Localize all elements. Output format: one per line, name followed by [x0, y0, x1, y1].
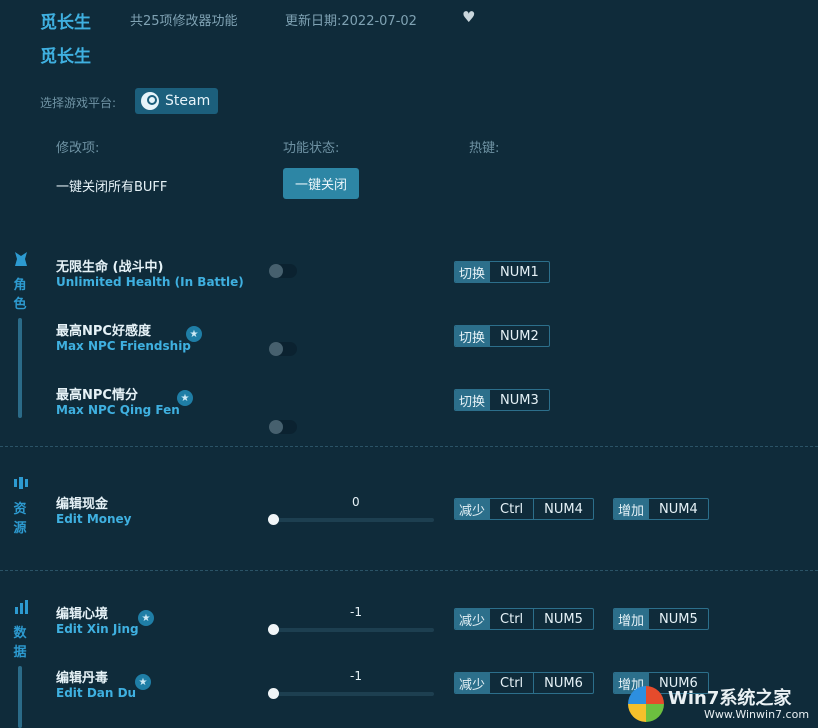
hotkey-xin-jing-decrease[interactable]: 减少 Ctrl NUM5: [454, 608, 594, 630]
dan-du-slider-track[interactable]: [274, 692, 434, 696]
game-title: 觅长生: [40, 47, 91, 67]
money-slider-handle[interactable]: [268, 514, 279, 525]
character-icon: [12, 250, 30, 268]
xin-jing-slider-handle[interactable]: [268, 624, 279, 635]
max-npc-friendship-toggle[interactable]: [269, 342, 297, 356]
steam-platform-button[interactable]: Steam: [135, 88, 219, 114]
hotkey-key[interactable]: NUM4: [533, 499, 593, 519]
section-data-label: 数据: [13, 626, 27, 660]
hotkey-money-decrease[interactable]: 减少 Ctrl NUM4: [454, 498, 594, 520]
money-slider-track[interactable]: [274, 518, 434, 522]
column-status: 功能状态:: [283, 141, 340, 156]
watermark-text: Win7系统之家: [668, 688, 792, 709]
feature-zh: 最高NPC好感度: [56, 324, 151, 339]
hotkey-tag: 减少: [455, 609, 490, 629]
hotkey-tag: 切换: [455, 390, 490, 410]
hotkey-tag: 切换: [455, 262, 490, 282]
hotkey-dan-du-decrease[interactable]: 减少 Ctrl NUM6: [454, 672, 594, 694]
hotkey-modifier[interactable]: Ctrl: [489, 499, 533, 519]
section-character-bar: [18, 318, 22, 418]
feature-row-max-npc-friendship: 最高NPC好感度 Max NPC Friendship: [56, 320, 191, 353]
feature-en: Edit Dan Du: [56, 686, 137, 700]
close-buff-label: 一键关闭所有BUFF: [56, 180, 168, 195]
feature-row-max-npc-qing-fen: 最高NPC情分 Max NPC Qing Fen: [56, 384, 180, 417]
xin-jing-value: -1: [350, 605, 362, 619]
feature-zh: 编辑心境: [56, 607, 109, 622]
platform-label: 选择游戏平台:: [40, 96, 117, 110]
feature-en: Edit Money: [56, 512, 132, 526]
feature-zh: 编辑丹毒: [56, 671, 109, 686]
hotkey-tag: 减少: [455, 673, 490, 693]
update-date: 更新日期:2022-07-02: [285, 14, 417, 29]
hotkey-key[interactable]: NUM1: [489, 262, 549, 282]
hotkey-tag: 增加: [614, 609, 649, 629]
section-resources-label: 资源: [13, 502, 27, 536]
feature-row-edit-xin-jing: 编辑心境 Edit Xin Jing: [56, 603, 139, 636]
feature-count: 共25项修改器功能: [130, 14, 238, 29]
steam-icon: [141, 92, 159, 110]
resources-icon: [12, 474, 30, 492]
unlimited-health-toggle[interactable]: [269, 264, 297, 278]
hotkey-max-npc-friendship[interactable]: 切换 NUM2: [454, 325, 550, 347]
hotkey-key[interactable]: NUM6: [533, 673, 593, 693]
hotkey-xin-jing-increase[interactable]: 增加 NUM5: [613, 608, 709, 630]
dan-du-slider-handle[interactable]: [268, 688, 279, 699]
watermark-logo: [628, 686, 664, 722]
hotkey-tag: 切换: [455, 326, 490, 346]
feature-en: Max NPC Qing Fen: [56, 403, 180, 417]
xin-jing-slider-track[interactable]: [274, 628, 434, 632]
star-icon: ★: [138, 610, 154, 626]
hotkey-key[interactable]: NUM4: [648, 499, 708, 519]
hotkey-key[interactable]: NUM2: [489, 326, 549, 346]
section-character-label: 角色: [13, 278, 27, 312]
column-hotkey: 热键:: [469, 141, 500, 156]
star-icon: ★: [186, 326, 202, 342]
hotkey-tag: 增加: [614, 499, 649, 519]
app-title: 觅长生: [40, 13, 91, 33]
data-icon: [12, 598, 30, 616]
feature-en: Unlimited Health (In Battle): [56, 275, 244, 289]
hotkey-money-increase[interactable]: 增加 NUM4: [613, 498, 709, 520]
dan-du-value: -1: [350, 669, 362, 683]
hotkey-key[interactable]: NUM5: [648, 609, 708, 629]
feature-zh: 编辑现金: [56, 497, 109, 512]
feature-row-edit-dan-du: 编辑丹毒 Edit Dan Du: [56, 667, 136, 700]
column-feature: 修改项:: [56, 141, 100, 156]
star-icon: ★: [177, 390, 193, 406]
money-value: 0: [352, 495, 360, 509]
hotkey-key[interactable]: NUM5: [533, 609, 593, 629]
hotkey-unlimited-health[interactable]: 切换 NUM1: [454, 261, 550, 283]
feature-zh: 最高NPC情分: [56, 388, 138, 403]
feature-en: Edit Xin Jing: [56, 622, 139, 636]
hotkey-tag: 减少: [455, 499, 490, 519]
star-icon: ★: [135, 674, 151, 690]
close-all-buff-button[interactable]: 一键关闭: [283, 168, 359, 199]
watermark-url: Www.Winwin7.com: [704, 708, 810, 721]
section-divider: [0, 446, 818, 447]
section-data-bar: [18, 666, 22, 728]
feature-row-unlimited-health: 无限生命 (战斗中) Unlimited Health (In Battle): [56, 256, 244, 289]
section-divider: [0, 570, 818, 571]
hotkey-modifier[interactable]: Ctrl: [489, 609, 533, 629]
hotkey-modifier[interactable]: Ctrl: [489, 673, 533, 693]
feature-zh: 无限生命 (战斗中): [56, 260, 164, 275]
steam-label: Steam: [165, 93, 211, 109]
max-npc-qing-fen-toggle[interactable]: [269, 420, 297, 434]
heart-icon[interactable]: ♥: [462, 8, 475, 26]
hotkey-max-npc-qing-fen[interactable]: 切换 NUM3: [454, 389, 550, 411]
feature-en: Max NPC Friendship: [56, 339, 191, 353]
hotkey-key[interactable]: NUM3: [489, 390, 549, 410]
feature-row-edit-money: 编辑现金 Edit Money: [56, 493, 132, 526]
